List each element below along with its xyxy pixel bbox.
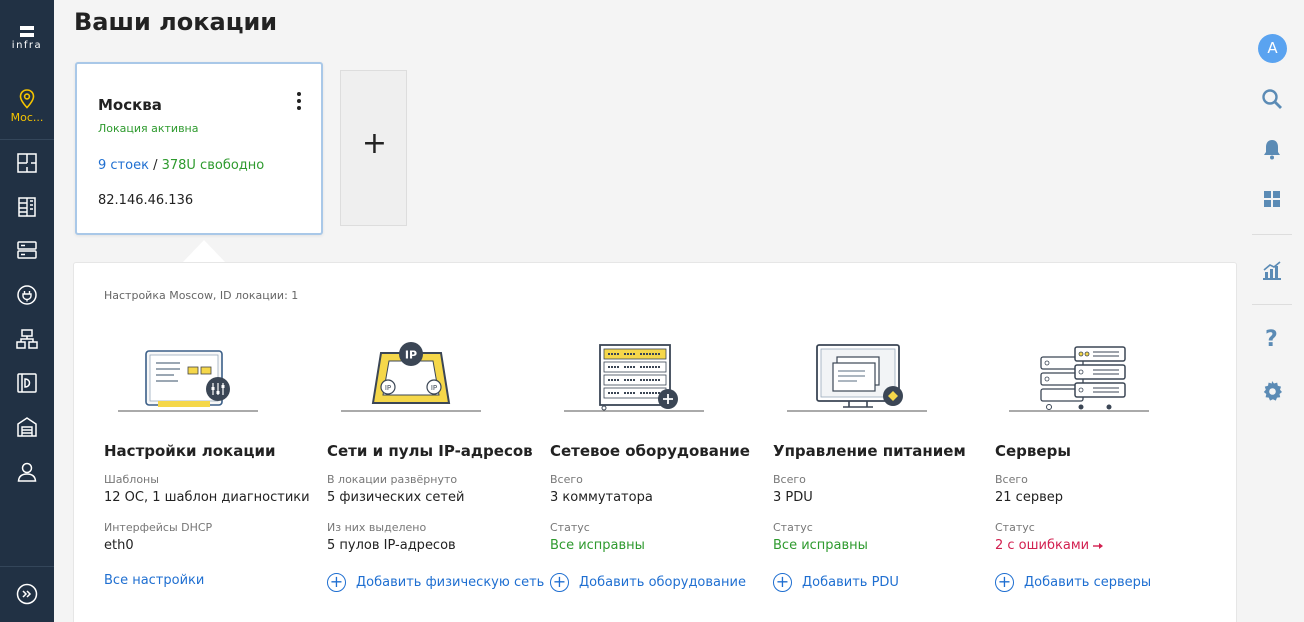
rack-icon[interactable] [15, 195, 39, 219]
racks-count-link[interactable]: 9 стоек [98, 158, 149, 173]
add-network-label: Добавить физическую сеть [356, 575, 545, 590]
sidebar: infra Мос... [0, 0, 54, 622]
section-label: Всего [995, 473, 1028, 486]
settings-illustration-icon [118, 350, 258, 412]
section-value: 3 коммутатора [550, 490, 653, 505]
logo-text: infra [11, 40, 43, 51]
add-network-button[interactable]: + Добавить физическую сеть [327, 573, 544, 592]
location-name: Москва [98, 96, 162, 114]
search-icon[interactable] [1260, 87, 1284, 111]
network-icon[interactable] [15, 327, 39, 351]
section-label: Всего [550, 473, 583, 486]
warehouse-icon[interactable] [15, 415, 39, 439]
statistics-icon[interactable] [1260, 258, 1284, 282]
location-ip: 82.146.46.136 [98, 193, 194, 208]
rightbar-divider [1252, 304, 1292, 305]
server-errors-label: 2 с ошибками [995, 538, 1090, 553]
section-title: Управление питанием [773, 442, 966, 460]
location-settings-panel: Настройка Moscow, ID локации: 1 Настройк… [73, 262, 1237, 622]
server-errors-link[interactable]: 2 с ошибками [995, 538, 1104, 553]
section-title: Настройки локации [104, 442, 276, 460]
section-value: eth0 [104, 538, 134, 553]
panel-pointer [182, 240, 226, 263]
location-card[interactable]: Москва Локация активна 9 стоек / 378U св… [75, 62, 323, 235]
svg-text:IP: IP [405, 349, 417, 362]
add-equipment-button[interactable]: + Добавить оборудование [550, 573, 746, 592]
ip-network-illustration-icon: IP IP IP [341, 342, 481, 412]
add-circle-icon: + [327, 573, 346, 592]
section-label: Статус [773, 521, 813, 534]
section-label: Статус [550, 521, 590, 534]
expand-icon[interactable] [15, 582, 39, 606]
servers-illustration-icon [1009, 346, 1149, 412]
section-value: 5 физических сетей [327, 490, 465, 505]
more-options-icon[interactable] [294, 92, 304, 113]
add-servers-button[interactable]: + Добавить серверы [995, 573, 1151, 592]
section-value: 12 ОС, 1 шаблон диагностики [104, 490, 310, 505]
racks-separator: / [148, 158, 162, 173]
add-location-button[interactable]: + [340, 70, 407, 226]
section-value: 5 пулов IP-адресов [327, 538, 456, 553]
logo[interactable]: infra [0, 26, 54, 51]
help-icon[interactable]: ? [1265, 327, 1278, 352]
page-title: Ваши локации [74, 8, 278, 36]
sidebar-item-location[interactable]: Мос... [0, 80, 54, 140]
section-label: Интерфейсы DHCP [104, 521, 213, 534]
server-icon[interactable] [15, 238, 39, 262]
dashboard-icon[interactable] [1260, 187, 1284, 211]
panel-subtitle: Настройка Moscow, ID локации: 1 [104, 289, 299, 302]
add-circle-icon: + [773, 573, 792, 592]
floor-plan-icon[interactable] [15, 151, 39, 175]
svg-text:IP: IP [385, 384, 391, 392]
power-icon[interactable] [15, 283, 39, 307]
location-racks: 9 стоек / 378U свободно [98, 158, 264, 173]
add-circle-icon: + [995, 573, 1014, 592]
sidebar-divider [0, 566, 54, 567]
location-pin-icon [19, 89, 35, 109]
section-value: 21 сервер [995, 490, 1063, 505]
right-toolbar: A ? [1238, 0, 1304, 622]
add-pdu-label: Добавить PDU [802, 575, 899, 590]
avatar[interactable]: A [1258, 34, 1287, 63]
add-circle-icon: + [550, 573, 569, 592]
section-status-ok: Все исправны [550, 538, 645, 553]
section-value: 3 PDU [773, 490, 813, 505]
arrow-right-icon [1093, 542, 1104, 549]
section-label: Статус [995, 521, 1035, 534]
add-servers-label: Добавить серверы [1024, 575, 1152, 590]
section-label: В локации развёрнуто [327, 473, 458, 486]
section-label: Всего [773, 473, 806, 486]
bell-icon[interactable] [1260, 137, 1284, 161]
plus-icon: + [361, 126, 388, 161]
section-title: Серверы [995, 442, 1071, 460]
add-pdu-button[interactable]: + Добавить PDU [773, 573, 899, 592]
section-title: Сети и пулы IP-адресов [327, 442, 533, 460]
all-settings-link[interactable]: Все настройки [104, 573, 204, 588]
section-status-ok: Все исправны [773, 538, 868, 553]
add-equipment-label: Добавить оборудование [579, 575, 746, 590]
power-illustration-icon [787, 344, 927, 412]
section-label: Шаблоны [104, 473, 159, 486]
storage-icon[interactable] [15, 371, 39, 395]
sidebar-location-label: Мос... [10, 111, 44, 124]
svg-text:IP: IP [431, 384, 437, 392]
logo-mark-icon [20, 26, 34, 37]
gear-icon[interactable] [1260, 379, 1284, 403]
location-status: Локация активна [98, 122, 199, 135]
free-units: 378U свободно [161, 158, 265, 173]
switch-rack-illustration-icon [564, 344, 704, 412]
user-icon[interactable] [15, 460, 39, 484]
section-title: Сетевое оборудование [550, 442, 750, 460]
section-label: Из них выделено [327, 521, 427, 534]
rightbar-divider [1252, 234, 1292, 235]
